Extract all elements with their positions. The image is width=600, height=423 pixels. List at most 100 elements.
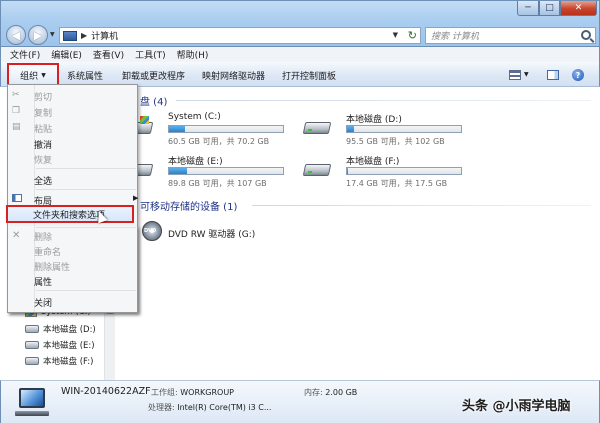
drive-usage-bar: [168, 125, 284, 133]
menu-item-rename[interactable]: 重命名: [34, 245, 61, 258]
drive-name: System (C:): [168, 112, 221, 122]
drive-usage-fill: [169, 168, 188, 174]
help-icon[interactable]: ?: [572, 69, 584, 81]
chevron-down-icon: ▼: [41, 71, 46, 79]
menu-item-close[interactable]: 关闭: [34, 296, 52, 309]
maximize-button[interactable]: □: [539, 1, 560, 16]
menu-file[interactable]: 文件(F): [10, 48, 40, 61]
layout-icon: [12, 194, 22, 202]
drive-usage-fill: [169, 126, 185, 132]
nav-item-label: 本地磁盘 (E:): [43, 341, 95, 351]
menu-item-delete[interactable]: 删除: [34, 230, 52, 243]
menu-tools[interactable]: 工具(T): [135, 48, 166, 61]
drive-c[interactable]: System (C:) 60.5 GB 可用，共 70.2 GB: [124, 112, 306, 148]
workgroup-label: 工作组:: [151, 388, 178, 397]
nav-item-drive-e[interactable]: 本地磁盘 (E:): [25, 339, 95, 351]
map-network-drive-button[interactable]: 映射网络驱动器: [202, 69, 265, 82]
dvd-drive-name[interactable]: DVD RW 驱动器 (G:): [168, 227, 255, 240]
menu-edit[interactable]: 编辑(E): [51, 48, 82, 61]
menu-separator: [36, 168, 136, 169]
computer-name: WIN-20140622AZF: [61, 386, 151, 397]
drive-name: 本地磁盘 (F:): [346, 157, 400, 167]
view-dropdown-icon[interactable]: ▼: [524, 71, 529, 78]
search-placeholder: 搜索 计算机: [431, 32, 479, 42]
menu-separator: [36, 189, 136, 190]
organize-menu-lower: ✕ 删除 重命名 删除属性 属性 关闭: [7, 226, 138, 313]
computer-base-icon: [15, 411, 49, 416]
processor-label: 处理器:: [148, 403, 175, 412]
copy-icon: ❐: [12, 106, 21, 116]
menu-item-properties[interactable]: 属性: [34, 275, 52, 288]
drive-space-info: 95.5 GB 可用，共 102 GB: [346, 137, 445, 146]
nav-item-drive-d[interactable]: 本地磁盘 (D:): [25, 323, 96, 335]
change-view-icon[interactable]: [509, 70, 521, 80]
drive-space-info: 17.4 GB 可用，共 17.5 GB: [346, 179, 448, 188]
drive-usage-bar: [346, 125, 462, 133]
open-control-panel-button[interactable]: 打开控制面板: [282, 69, 336, 82]
recent-pages-dropdown[interactable]: ▼: [50, 31, 55, 38]
close-button[interactable]: ✕: [560, 1, 597, 16]
nav-item-label: 本地磁盘 (D:): [43, 325, 96, 335]
drive-name: 本地磁盘 (E:): [168, 157, 223, 167]
arrow-right-icon: ▶: [33, 28, 43, 42]
minimize-button[interactable]: ─: [517, 1, 539, 16]
drive-usage-bar: [168, 167, 284, 175]
hdd-icon: [25, 325, 39, 333]
computer-icon: [19, 388, 45, 408]
memory-info: 内存: 2.00 GB: [304, 387, 357, 398]
preview-pane-icon[interactable]: [547, 70, 559, 80]
menu-separator: [36, 290, 136, 291]
scissors-icon: ✂: [12, 90, 20, 100]
paste-icon: ▤: [12, 122, 21, 132]
uninstall-program-button[interactable]: 卸载或更改程序: [122, 69, 185, 82]
processor-value: Intel(R) Core(TM) i3 C...: [177, 403, 272, 412]
search-icon[interactable]: [581, 30, 591, 40]
group-header-hdd[interactable]: 盘 (4): [140, 93, 167, 108]
group-header-removable[interactable]: 可移动存储的设备 (1): [140, 198, 237, 213]
breadcrumb-separator-icon[interactable]: ▶: [81, 31, 87, 40]
forward-button[interactable]: ▶: [28, 25, 48, 45]
menu-separator: [36, 227, 136, 228]
watermark-text: 头条 @小雨学电脑: [462, 399, 571, 414]
hdd-icon: [25, 341, 39, 349]
drive-f[interactable]: 本地磁盘 (F:) 17.4 GB 可用，共 17.5 GB: [302, 154, 484, 190]
menu-item-remove-properties[interactable]: 删除属性: [34, 260, 70, 273]
menu-item-copy[interactable]: 复制: [34, 106, 52, 119]
drive-usage-fill: [347, 168, 349, 174]
drive-space-info: 60.5 GB 可用，共 70.2 GB: [168, 137, 270, 146]
menu-item-undo[interactable]: 撤消: [34, 138, 52, 151]
title-bar: ─ □ ✕ ◀ ▶ ▼ ▶ 计算机 ▼ ↻ 搜索 计算机: [0, 0, 600, 47]
breadcrumb-computer[interactable]: 计算机: [91, 29, 118, 42]
workgroup-value: WORKGROUP: [180, 388, 234, 397]
back-button[interactable]: ◀: [6, 25, 26, 45]
arrow-left-icon: ◀: [11, 28, 21, 42]
drive-e[interactable]: 本地磁盘 (E:) 89.8 GB 可用，共 107 GB: [124, 154, 306, 190]
menu-help[interactable]: 帮助(H): [177, 48, 209, 61]
computer-icon: [63, 30, 77, 41]
group-divider: [176, 100, 591, 101]
processor-info: 处理器: Intel(R) Core(TM) i3 C...: [148, 402, 271, 413]
system-properties-button[interactable]: 系统属性: [67, 69, 103, 82]
memory-label: 内存:: [304, 388, 323, 397]
organize-label: 组织: [20, 71, 39, 82]
submenu-arrow-icon: ▶: [133, 194, 139, 202]
menu-item-paste[interactable]: 粘贴: [34, 122, 52, 135]
delete-x-icon: ✕: [12, 230, 21, 241]
drive-usage-fill: [347, 126, 354, 132]
menu-view[interactable]: 查看(V): [93, 48, 124, 61]
address-bar[interactable]: ▶ 计算机 ▼ ↻: [59, 27, 421, 44]
dvd-badge: DVD: [144, 228, 157, 234]
drive-d[interactable]: 本地磁盘 (D:) 95.5 GB 可用，共 102 GB: [302, 112, 484, 148]
menu-bar: 文件(F) 编辑(E) 查看(V) 工具(T) 帮助(H): [0, 47, 600, 62]
memory-value: 2.00 GB: [325, 388, 358, 397]
menu-item-redo[interactable]: 恢复: [34, 153, 52, 166]
refresh-icon[interactable]: ↻: [408, 29, 417, 42]
menu-item-cut[interactable]: 剪切: [34, 90, 52, 103]
address-dropdown-icon[interactable]: ▼: [393, 31, 398, 39]
drive-usage-bar: [346, 167, 462, 175]
hdd-icon: [302, 118, 332, 136]
search-input[interactable]: 搜索 计算机: [425, 27, 596, 44]
group-divider: [252, 205, 591, 206]
menu-item-select-all[interactable]: 全选: [34, 174, 52, 187]
nav-item-drive-f[interactable]: 本地磁盘 (F:): [25, 355, 93, 367]
